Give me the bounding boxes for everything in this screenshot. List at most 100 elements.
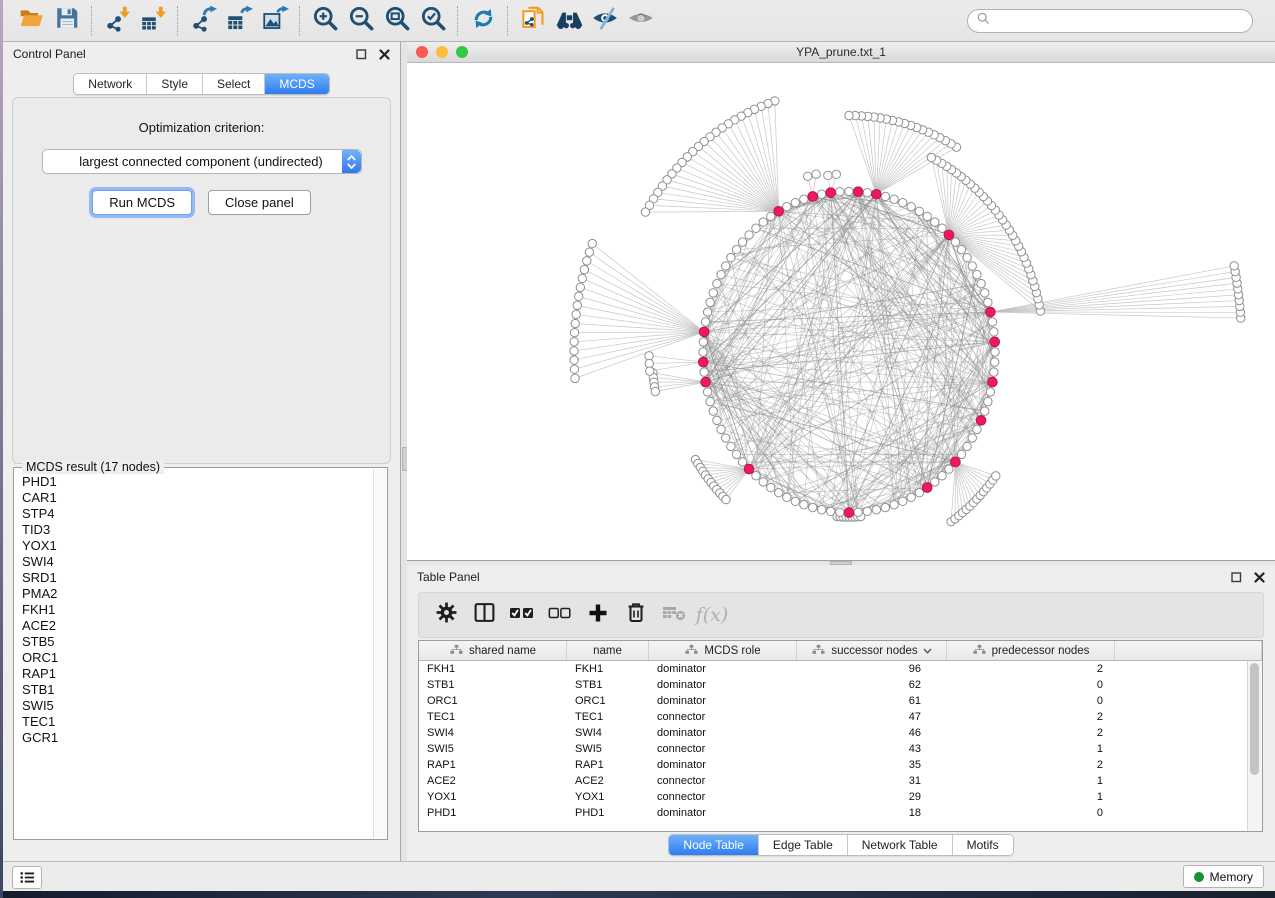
- table-scrollbar[interactable]: [1247, 661, 1262, 831]
- network-node[interactable]: [752, 224, 760, 232]
- delete-column-button[interactable]: [619, 598, 653, 632]
- network-node[interactable]: [963, 442, 971, 450]
- mcds-result-item[interactable]: SWI4: [16, 554, 374, 570]
- mcds-result-item[interactable]: STP4: [16, 506, 374, 522]
- network-node[interactable]: [836, 188, 844, 196]
- scrollbar-thumb[interactable]: [1250, 663, 1259, 775]
- network-node[interactable]: [973, 270, 981, 278]
- import-table-button[interactable]: [135, 4, 171, 38]
- float-panel-icon[interactable]: [356, 49, 367, 60]
- network-node[interactable]: [923, 212, 931, 220]
- mcds-dominator-node[interactable]: [844, 508, 854, 518]
- open-file-button[interactable]: [13, 4, 49, 38]
- network-window-titlebar[interactable]: YPA_prune.txt_1: [407, 42, 1275, 63]
- close-panel-icon[interactable]: [1254, 572, 1265, 583]
- network-node[interactable]: [938, 472, 946, 480]
- network-node[interactable]: [701, 318, 709, 326]
- zoom-in-button[interactable]: [307, 4, 343, 38]
- network-node[interactable]: [992, 472, 1000, 480]
- close-panel-icon[interactable]: [379, 49, 390, 60]
- network-node[interactable]: [709, 289, 717, 297]
- zoom-selected-button[interactable]: [415, 4, 451, 38]
- table-tab-network-table[interactable]: Network Table: [848, 835, 953, 855]
- mcds-result-item[interactable]: SRD1: [16, 570, 374, 586]
- column-header-shared-name[interactable]: shared name: [419, 641, 567, 660]
- network-node[interactable]: [803, 172, 811, 180]
- table-row[interactable]: STB1STB1dominator620: [419, 677, 1262, 693]
- run-mcds-button[interactable]: Run MCDS: [92, 190, 192, 215]
- mcds-result-item[interactable]: PHD1: [16, 474, 374, 490]
- network-node[interactable]: [988, 318, 996, 326]
- table-row[interactable]: ORC1ORC1dominator610: [419, 693, 1262, 709]
- zoom-fit-button[interactable]: [379, 4, 415, 38]
- network-node[interactable]: [927, 153, 935, 161]
- network-node[interactable]: [699, 348, 707, 356]
- network-node[interactable]: [984, 397, 992, 405]
- mcds-dominator-node[interactable]: [951, 457, 961, 467]
- mcds-dominator-node[interactable]: [808, 192, 818, 202]
- deselect-all-button[interactable]: [543, 598, 577, 632]
- export-image-button[interactable]: [257, 4, 293, 38]
- network-node[interactable]: [732, 450, 740, 458]
- mcds-result-item[interactable]: YOX1: [16, 538, 374, 554]
- network-node[interactable]: [752, 472, 760, 480]
- mcds-dominator-node[interactable]: [698, 357, 708, 367]
- column-header-name[interactable]: name: [567, 641, 649, 660]
- network-node[interactable]: [767, 212, 775, 220]
- network-node[interactable]: [783, 202, 791, 210]
- mcds-dominator-node[interactable]: [944, 230, 954, 240]
- table-row[interactable]: SWI5SWI5connector431: [419, 741, 1262, 757]
- network-node[interactable]: [651, 387, 659, 395]
- tab-mcds[interactable]: MCDS: [265, 74, 328, 94]
- network-node[interactable]: [800, 501, 808, 509]
- network-node[interactable]: [973, 425, 981, 433]
- task-history-button[interactable]: [12, 866, 42, 889]
- network-node[interactable]: [583, 257, 591, 265]
- hide-selected-button[interactable]: [587, 4, 623, 38]
- network-node[interactable]: [576, 283, 584, 291]
- network-node[interactable]: [709, 407, 717, 415]
- network-node[interactable]: [791, 198, 799, 206]
- network-node[interactable]: [812, 170, 820, 178]
- mcds-result-item[interactable]: TID3: [16, 522, 374, 538]
- network-node[interactable]: [727, 442, 735, 450]
- network-node[interactable]: [570, 347, 578, 355]
- search-input[interactable]: [995, 13, 1244, 29]
- network-node[interactable]: [845, 111, 853, 119]
- network-node[interactable]: [570, 338, 578, 346]
- add-column-button[interactable]: [581, 598, 615, 632]
- mcds-dominator-node[interactable]: [988, 377, 998, 387]
- network-node[interactable]: [727, 253, 735, 261]
- network-node[interactable]: [991, 358, 999, 366]
- network-node[interactable]: [832, 170, 840, 178]
- network-node[interactable]: [957, 450, 965, 458]
- mcds-list-scrollbar[interactable]: [373, 469, 386, 838]
- network-node[interactable]: [570, 356, 578, 364]
- network-node[interactable]: [984, 298, 992, 306]
- network-node[interactable]: [817, 506, 825, 514]
- network-node[interactable]: [588, 239, 596, 247]
- search-box[interactable]: [967, 9, 1253, 33]
- network-node[interactable]: [578, 274, 586, 282]
- network-node[interactable]: [738, 458, 746, 466]
- select-all-button[interactable]: [505, 598, 539, 632]
- network-node[interactable]: [645, 352, 653, 360]
- export-network-button[interactable]: [185, 4, 221, 38]
- network-node[interactable]: [800, 195, 808, 203]
- network-node[interactable]: [990, 328, 998, 336]
- mcds-dominator-node[interactable]: [853, 187, 863, 197]
- network-node[interactable]: [738, 238, 746, 246]
- network-node[interactable]: [706, 397, 714, 405]
- mcds-dominator-node[interactable]: [744, 464, 754, 474]
- mcds-result-item[interactable]: FKH1: [16, 602, 374, 618]
- network-node[interactable]: [713, 416, 721, 424]
- network-node[interactable]: [571, 319, 579, 327]
- network-node[interactable]: [1230, 262, 1238, 270]
- column-header-successor-nodes[interactable]: successor nodes: [797, 641, 947, 660]
- copy-network-button[interactable]: [515, 4, 551, 38]
- column-header-mcds-role[interactable]: MCDS role: [649, 641, 797, 660]
- network-node[interactable]: [931, 478, 939, 486]
- network-node[interactable]: [573, 301, 581, 309]
- network-node[interactable]: [938, 224, 946, 232]
- network-node[interactable]: [981, 289, 989, 297]
